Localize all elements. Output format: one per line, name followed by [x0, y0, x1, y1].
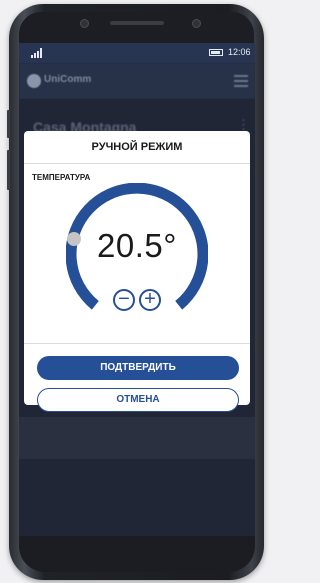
brand-logo-icon [27, 74, 41, 88]
status-time: 12:06 [228, 47, 251, 57]
manual-mode-dialog: РУЧНОЙ РЕЖИМ ТЕМПЕРАТУРА 20.5° − + ПОДТВ… [24, 131, 250, 412]
earpiece-speaker [110, 21, 164, 25]
bottom-bezel [19, 536, 255, 572]
app-bar: UniComm [19, 63, 255, 99]
confirm-button[interactable]: ПОДТВЕРДИТЬ [37, 356, 239, 380]
volume-button [7, 110, 10, 138]
decrease-temperature-button[interactable]: − [113, 289, 135, 311]
power-button [7, 150, 10, 190]
dialog-divider [24, 343, 250, 344]
front-camera-icon [80, 19, 89, 28]
brand-name: UniComm [44, 74, 92, 85]
status-bar: 12:06 [19, 43, 255, 63]
temperature-label: ТЕМПЕРАТУРА [32, 173, 91, 182]
hamburger-menu-icon[interactable] [234, 75, 248, 87]
cancel-button[interactable]: ОТМЕНА [37, 388, 239, 412]
background-panel [19, 417, 255, 459]
dialog-title: РУЧНОЙ РЕЖИМ [24, 131, 250, 164]
top-bezel [19, 12, 254, 44]
temperature-value: 20.5° [97, 227, 177, 264]
sensor-icon [192, 19, 201, 28]
screen: 12:06 UniComm Casa Montagna ⋮ РУЧНОЙ РЕЖ… [19, 43, 255, 536]
increase-temperature-button[interactable]: + [139, 289, 161, 311]
signal-icon [31, 48, 45, 58]
battery-icon [209, 49, 223, 56]
